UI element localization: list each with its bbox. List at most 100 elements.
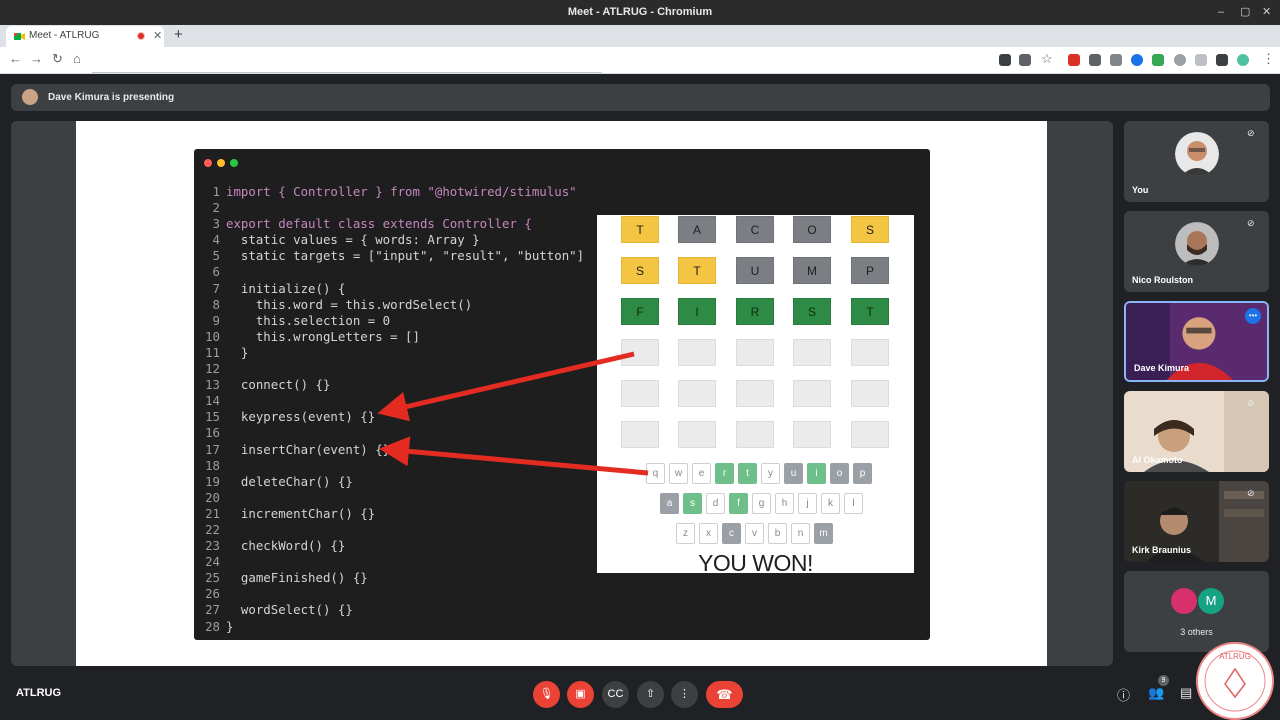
code-line: 6 (204, 264, 584, 280)
extension-red-icon[interactable] (1068, 54, 1080, 66)
keyboard-key[interactable]: w (669, 463, 688, 484)
participant-nico[interactable]: ⊘ Nico Roulston (1124, 211, 1269, 292)
close-window-icon[interactable]: ✕ (1262, 0, 1271, 25)
close-tab-icon[interactable]: ✕ (153, 29, 162, 42)
keyboard-key[interactable]: n (791, 523, 810, 544)
window-minimize-dot (217, 159, 225, 167)
wordle-tile: I (678, 298, 716, 325)
keyboard-key[interactable]: z (676, 523, 695, 544)
keyboard-key[interactable]: v (745, 523, 764, 544)
screen-extension-icon[interactable] (1195, 54, 1207, 66)
send-icon[interactable] (1019, 54, 1031, 66)
keyboard-key[interactable]: f (729, 493, 748, 514)
browser-menu-icon[interactable]: ⋮ (1262, 51, 1275, 67)
wordle-tile (678, 339, 716, 366)
keyboard-key[interactable]: r (715, 463, 734, 484)
participant-al[interactable]: ⊘ Al Okamoto (1124, 391, 1269, 472)
line-number: 12 (205, 361, 220, 377)
code-text: } (226, 618, 234, 634)
new-tab-icon[interactable]: + (174, 26, 183, 43)
participant-you[interactable]: ⊘ You (1124, 121, 1269, 202)
code-text: connect() {} (226, 377, 331, 393)
line-number: 23 (205, 538, 220, 554)
profile-avatar[interactable] (1237, 54, 1249, 66)
code-line: 24 (204, 554, 584, 570)
google-extension-icon[interactable] (1152, 54, 1164, 66)
captions-button[interactable]: CC (602, 681, 629, 708)
keyboard-key[interactable]: q (646, 463, 665, 484)
keyboard-key[interactable]: l (844, 493, 863, 514)
participant-kirk[interactable]: ⊘ Kirk Braunius (1124, 481, 1269, 562)
minimize-icon[interactable]: – (1218, 0, 1224, 25)
presenter-avatar (22, 89, 38, 105)
svg-text:ATLRUG: ATLRUG (1219, 652, 1251, 661)
wordle-tile (736, 339, 774, 366)
keyboard-key[interactable]: y (761, 463, 780, 484)
people-icon[interactable]: 👥 (1148, 685, 1164, 701)
keyboard-key[interactable]: h (775, 493, 794, 514)
forward-icon[interactable]: → (30, 51, 43, 66)
chat-icon[interactable]: ▤ (1180, 685, 1192, 701)
line-number: 22 (205, 521, 220, 537)
code-line: 12 (204, 361, 584, 377)
line-number: 4 (212, 232, 220, 248)
present-button[interactable]: ⇧ (637, 681, 664, 708)
leave-call-button[interactable]: ☎ (706, 681, 743, 708)
wordle-tile: C (736, 216, 774, 243)
bookmark-star-icon[interactable]: ☆ (1041, 51, 1053, 67)
code-line: 9 this.selection = 0 (204, 313, 584, 329)
code-line: 14 (204, 393, 584, 409)
camera-off-button[interactable]: ▣ (567, 681, 594, 708)
line-number: 26 (205, 586, 220, 602)
more-options-button[interactable]: ⋮ (671, 681, 698, 708)
address-bar[interactable] (92, 48, 602, 72)
meeting-details-icon[interactable]: ⓘ (1117, 685, 1130, 704)
meeting-name: ATLRUG (16, 687, 62, 699)
participant-name: Nico Roulston (1132, 275, 1193, 285)
keyboard-key[interactable]: m (814, 523, 833, 544)
puzzle-extensions-icon[interactable] (1216, 54, 1228, 66)
keyboard-key[interactable]: k (821, 493, 840, 514)
code-text: this.wrongLetters = [] (226, 328, 420, 344)
keyboard-key[interactable]: a (660, 493, 679, 514)
line-number: 5 (212, 248, 220, 264)
code-text: import { Controller } from "@hotwired/st… (226, 184, 577, 199)
keyboard-key[interactable]: d (706, 493, 725, 514)
keyboard-key[interactable]: u (784, 463, 803, 484)
shield-icon[interactable] (1089, 54, 1101, 66)
keyboard-key[interactable]: j (798, 493, 817, 514)
participant-dave[interactable]: ••• Dave Kimura (1124, 301, 1269, 382)
camera-icon[interactable] (999, 54, 1011, 66)
wordle-tile (793, 421, 831, 448)
keyboard-key[interactable]: e (692, 463, 711, 484)
keyboard-key[interactable]: g (752, 493, 771, 514)
code-line: 4 static values = { words: Array } (204, 232, 584, 248)
home-icon[interactable]: ⌂ (73, 51, 81, 66)
blue-extension-icon[interactable] (1131, 54, 1143, 66)
maximize-icon[interactable]: ▢ (1240, 0, 1250, 25)
line-number: 25 (205, 570, 220, 586)
back-icon[interactable]: ← (9, 51, 22, 66)
atlrug-avatar (1171, 588, 1197, 614)
code-line: 21 incrementChar() {} (204, 506, 584, 522)
keyboard-key[interactable]: p (853, 463, 872, 484)
keyboard-key[interactable]: s (683, 493, 702, 514)
tab-meet[interactable]: Meet - ATLRUG ✕ (6, 26, 164, 47)
keyboard-key[interactable]: b (768, 523, 787, 544)
code-line: 13 connect() {} (204, 377, 584, 393)
code-line: 25 gameFinished() {} (204, 570, 584, 586)
chat-extension-icon[interactable] (1110, 54, 1122, 66)
keyboard-key[interactable]: o (830, 463, 849, 484)
reload-icon[interactable]: ↻ (52, 51, 63, 67)
code-text: insertChar(event) {} (226, 441, 391, 457)
keyboard-key[interactable]: i (807, 463, 826, 484)
keyboard-key[interactable]: t (738, 463, 757, 484)
presenting-text: Dave Kimura is presenting (48, 92, 175, 103)
code-text: static values = { words: Array } (226, 232, 480, 248)
keyboard-key[interactable]: x (699, 523, 718, 544)
keyboard-key[interactable]: c (722, 523, 741, 544)
face-extension-icon[interactable] (1174, 54, 1186, 66)
mic-off-button[interactable]: 🎙 (533, 681, 560, 708)
others-count: 3 others (1180, 627, 1213, 637)
line-number: 2 (212, 200, 220, 216)
